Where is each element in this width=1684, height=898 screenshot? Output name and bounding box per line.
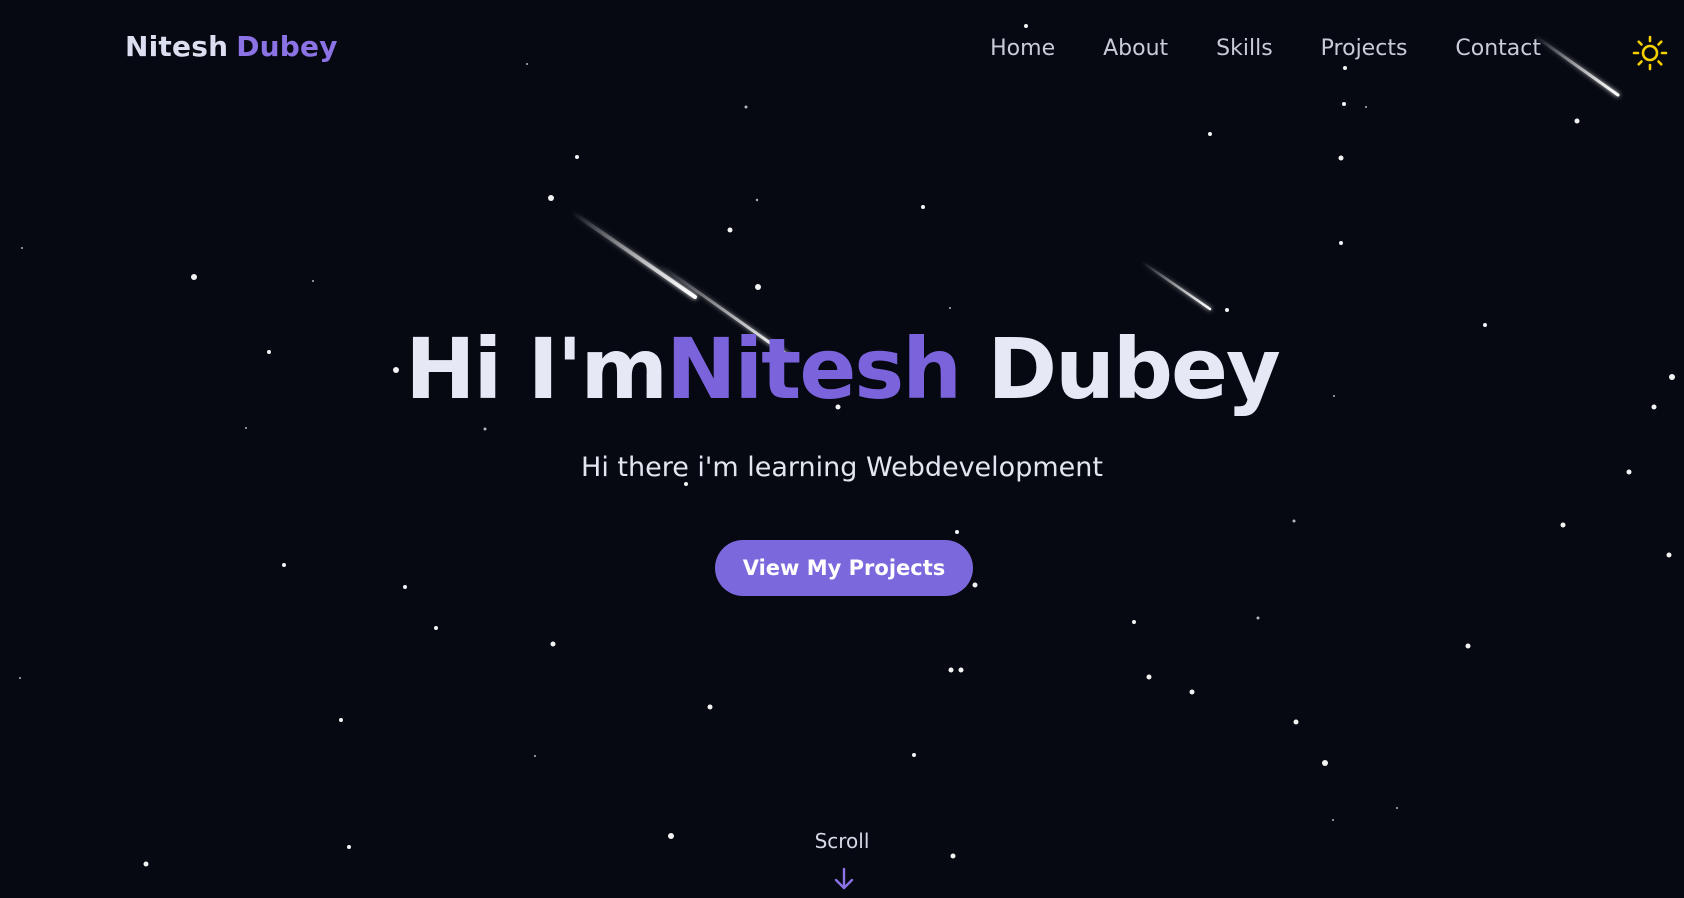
hero-heading-rest: Dubey (987, 320, 1280, 418)
star (958, 667, 964, 673)
star (950, 853, 956, 859)
nav-link-about[interactable]: About (1103, 36, 1168, 61)
star (1292, 519, 1296, 523)
star (1332, 819, 1334, 821)
star (1132, 620, 1136, 624)
star (575, 155, 579, 159)
star (1146, 674, 1152, 680)
meteor (570, 210, 697, 299)
star (191, 274, 197, 280)
star (143, 861, 149, 867)
star (245, 427, 247, 429)
star (312, 280, 314, 282)
star (1465, 643, 1471, 649)
star (282, 563, 286, 567)
stars (19, 24, 1675, 867)
star (755, 198, 759, 202)
star (949, 307, 951, 309)
star (548, 195, 554, 201)
star (21, 247, 23, 249)
star (1343, 66, 1347, 70)
brand-first-name: Nitesh (125, 30, 229, 63)
main-nav: Home About Skills Projects Contact (990, 36, 1541, 61)
brand-logo[interactable]: Nitesh Dubey (125, 30, 338, 63)
star (339, 718, 343, 722)
star (1342, 102, 1346, 106)
star (534, 755, 536, 757)
hero-heading-accent: Nitesh (666, 320, 962, 418)
star (972, 582, 978, 588)
starfield-background (19, 24, 1675, 867)
hero-heading-prefix: Hi I'm (405, 320, 668, 418)
star (1560, 522, 1566, 528)
meteor (1140, 260, 1212, 311)
star (550, 641, 556, 647)
nav-link-home[interactable]: Home (990, 36, 1055, 61)
star (755, 284, 761, 290)
hero-heading: Hi I'mNitesh Dubey (0, 320, 1684, 418)
hero-subtitle: Hi there i'm learning Webdevelopment (581, 452, 1103, 483)
meteors (570, 34, 1620, 359)
star (744, 105, 748, 109)
star (19, 677, 21, 679)
brand-last-name: Dubey (236, 30, 338, 63)
nav-link-skills[interactable]: Skills (1216, 36, 1273, 61)
star (948, 667, 954, 673)
portfolio-page: Nitesh Dubey Home About Skills Projects C… (0, 0, 1684, 898)
star (912, 753, 916, 757)
meteor (1533, 34, 1620, 97)
star (1338, 155, 1344, 161)
star (1225, 308, 1229, 312)
nav-link-contact[interactable]: Contact (1455, 36, 1541, 61)
star (403, 585, 407, 589)
star (1574, 118, 1580, 124)
star (1365, 106, 1367, 108)
star (1189, 689, 1195, 695)
sun-icon[interactable] (1632, 35, 1668, 71)
star (1293, 719, 1299, 725)
star (727, 227, 733, 233)
star (921, 205, 925, 209)
star (1666, 552, 1672, 558)
star (483, 427, 487, 431)
star (526, 63, 528, 65)
star (1208, 132, 1212, 136)
star (1024, 24, 1028, 28)
nav-link-projects[interactable]: Projects (1321, 36, 1408, 61)
star (1339, 241, 1343, 245)
star (707, 704, 713, 710)
arrow-down-icon[interactable] (830, 865, 858, 893)
star (1256, 616, 1260, 620)
scroll-label: Scroll (814, 829, 870, 853)
view-projects-button[interactable]: View My Projects (715, 540, 973, 596)
star (955, 530, 959, 534)
star (1322, 760, 1328, 766)
star (1396, 807, 1398, 809)
star (434, 626, 438, 630)
